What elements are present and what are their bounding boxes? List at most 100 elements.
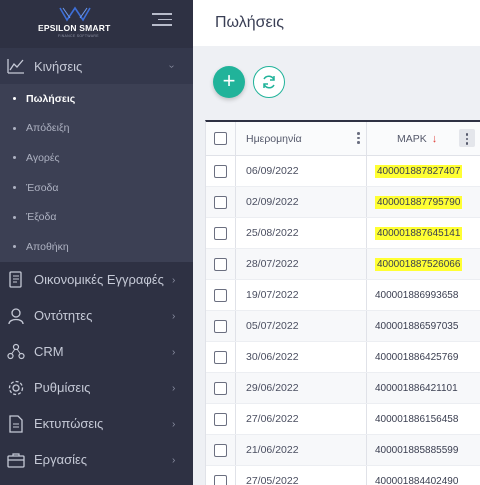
- cell-date: 21/06/2022: [236, 435, 367, 465]
- cell-mark: 400001886597035: [367, 311, 480, 341]
- brand-name: EPSILON SMART: [38, 23, 111, 33]
- nav-label: Κινήσεις: [34, 58, 83, 74]
- table-row[interactable]: 29/06/2022 400001886421101: [206, 373, 480, 404]
- cell-mark: 400001887827407: [367, 156, 480, 186]
- chart-icon: [6, 56, 26, 76]
- sub-item-poliseis[interactable]: Πωλήσεις: [0, 84, 193, 114]
- select-all-cell: [206, 122, 236, 155]
- briefcase-icon: [6, 450, 26, 470]
- cell-mark: 400001887526066: [367, 249, 480, 279]
- sub-item-esoda[interactable]: Έσοδα: [0, 173, 193, 203]
- cell-date: 19/07/2022: [236, 280, 367, 310]
- mark-value: 400001884402490: [375, 475, 459, 485]
- cell-mark: 400001886156458: [367, 404, 480, 434]
- refresh-icon: [263, 75, 275, 89]
- select-all-checkbox[interactable]: [214, 132, 227, 145]
- mark-value: 400001887827407: [375, 164, 463, 178]
- nav-item-ergasies[interactable]: Εργασίες ›: [0, 442, 193, 478]
- cell-date: 29/06/2022: [236, 373, 367, 403]
- grid-body: 06/09/2022 400001887827407 02/09/2022 40000…: [206, 156, 480, 485]
- table-row[interactable]: 02/09/2022 400001887795790: [206, 187, 480, 218]
- sub-item-agores[interactable]: Αγορές: [0, 143, 193, 173]
- row-checkbox[interactable]: [214, 288, 227, 302]
- row-checkbox[interactable]: [214, 474, 227, 485]
- table-row[interactable]: 19/07/2022 400001886993658: [206, 280, 480, 311]
- sub-item-apodeixi[interactable]: Απόδειξη: [0, 114, 193, 144]
- nav-item-kiniseis[interactable]: Κινήσεις ›: [0, 48, 193, 84]
- cell-mark: 400001886425769: [367, 342, 480, 372]
- table-row[interactable]: 21/06/2022 400001885885599: [206, 435, 480, 466]
- table-row[interactable]: 27/06/2022 400001886156458: [206, 404, 480, 435]
- mark-value: 400001885885599: [375, 444, 459, 456]
- row-checkbox[interactable]: [214, 381, 227, 395]
- header-date[interactable]: Ημερομηνία: [236, 122, 367, 155]
- column-menu-icon[interactable]: [459, 129, 475, 147]
- add-button[interactable]: +: [213, 66, 245, 98]
- table-row[interactable]: 30/06/2022 400001886425769: [206, 342, 480, 373]
- row-select-cell: [206, 249, 236, 279]
- column-menu-icon[interactable]: [357, 132, 360, 146]
- row-select-cell: [206, 373, 236, 403]
- cell-date: 05/07/2022: [236, 311, 367, 341]
- cell-date: 25/08/2022: [236, 218, 367, 248]
- row-select-cell: [206, 311, 236, 341]
- table-row[interactable]: 27/05/2022 400001884402490: [206, 466, 480, 485]
- cell-mark: 400001884402490: [367, 466, 480, 485]
- cell-date: 02/09/2022: [236, 187, 367, 217]
- page-title: Πωλήσεις: [215, 14, 284, 31]
- chevron-right-icon: ›: [172, 310, 176, 322]
- chevron-right-icon: ›: [172, 274, 176, 286]
- nav-item-oikonomikes[interactable]: Οικονομικές Εγγραφές ›: [0, 262, 193, 298]
- row-select-cell: [206, 435, 236, 465]
- sidebar: EPSILON SMART FINANCE SOFTWARE Κινήσεις …: [0, 0, 193, 485]
- row-checkbox[interactable]: [214, 257, 227, 271]
- table-row[interactable]: 06/09/2022 400001887827407: [206, 156, 480, 187]
- grid-header: Ημερομηνία ΜΑΡΚ ↓: [206, 122, 480, 156]
- mark-value: 400001886156458: [375, 413, 459, 425]
- mark-value: 400001886421101: [375, 382, 458, 394]
- brand-header: EPSILON SMART FINANCE SOFTWARE: [0, 0, 193, 48]
- sub-item-apothiki[interactable]: Αποθήκη: [0, 232, 193, 262]
- chevron-right-icon: ›: [172, 454, 176, 466]
- table-row[interactable]: 25/08/2022 400001887645141: [206, 218, 480, 249]
- table-row[interactable]: 28/07/2022 400001887526066: [206, 249, 480, 280]
- brand-sub: FINANCE SOFTWARE: [58, 34, 99, 38]
- network-icon: [6, 342, 26, 362]
- ledger-icon: [6, 270, 26, 290]
- toolbar: +: [193, 46, 480, 118]
- menu-toggle-icon[interactable]: [150, 13, 172, 27]
- cell-mark: 400001885885599: [367, 435, 480, 465]
- row-checkbox[interactable]: [214, 195, 227, 209]
- cell-mark: 400001887795790: [367, 187, 480, 217]
- gear-icon: [6, 378, 26, 398]
- table-row[interactable]: 05/07/2022 400001886597035: [206, 311, 480, 342]
- nav-item-ontotites[interactable]: Οντότητες ›: [0, 298, 193, 334]
- row-checkbox[interactable]: [214, 412, 227, 426]
- cell-mark: 400001886993658: [367, 280, 480, 310]
- header-mark[interactable]: ΜΑΡΚ ↓: [367, 122, 480, 155]
- cell-date: 27/05/2022: [236, 466, 367, 485]
- nav-item-rythmiseis[interactable]: Ρυθμίσεις ›: [0, 370, 193, 406]
- row-checkbox[interactable]: [214, 350, 227, 364]
- topbar: Πωλήσεις: [193, 0, 480, 46]
- row-select-cell: [206, 280, 236, 310]
- mark-value: 400001887645141: [375, 226, 463, 240]
- nav-item-crm[interactable]: CRM ›: [0, 334, 193, 370]
- chevron-right-icon: ›: [172, 418, 176, 430]
- row-checkbox[interactable]: [214, 226, 227, 240]
- cell-date: 28/07/2022: [236, 249, 367, 279]
- row-checkbox[interactable]: [214, 164, 227, 178]
- cell-mark: 400001886421101: [367, 373, 480, 403]
- row-checkbox[interactable]: [214, 443, 227, 457]
- sub-item-exoda[interactable]: Έξοδα: [0, 202, 193, 232]
- row-select-cell: [206, 187, 236, 217]
- row-checkbox[interactable]: [214, 319, 227, 333]
- user-icon: [6, 306, 26, 326]
- sort-desc-icon[interactable]: ↓: [432, 133, 438, 145]
- row-select-cell: [206, 156, 236, 186]
- chevron-right-icon: ›: [172, 346, 176, 358]
- row-select-cell: [206, 218, 236, 248]
- nav-item-ektyposeis[interactable]: Εκτυπώσεις ›: [0, 406, 193, 442]
- refresh-button[interactable]: [253, 66, 285, 98]
- sales-grid: Ημερομηνία ΜΑΡΚ ↓ 06/09/2022 400001887827…: [205, 120, 480, 485]
